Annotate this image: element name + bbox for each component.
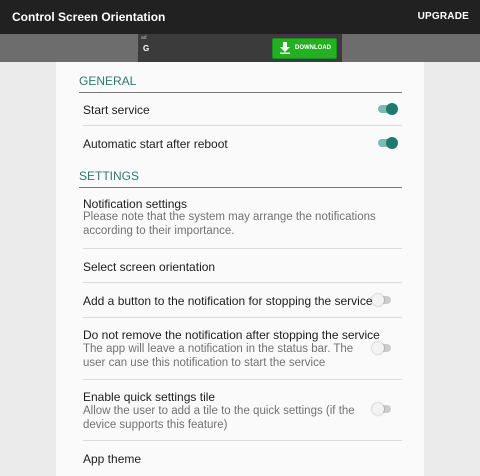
setting-summary: device supports this feature) bbox=[83, 419, 228, 431]
download-arrow-icon bbox=[280, 42, 290, 54]
ad-download-button[interactable]: DOWNLOAD bbox=[272, 38, 337, 59]
auto-start-switch[interactable] bbox=[378, 136, 398, 150]
switch-thumb bbox=[372, 403, 384, 415]
setting-start-service[interactable]: Start service bbox=[83, 92, 402, 126]
ad-content[interactable]: ad G DOWNLOAD bbox=[138, 34, 342, 62]
ad-logo-letter: G bbox=[143, 44, 150, 53]
setting-keep-notification[interactable]: Do not remove the notification after sto… bbox=[83, 318, 402, 380]
switch-thumb bbox=[386, 137, 398, 149]
setting-summary: user can use this notification to start … bbox=[83, 357, 326, 369]
setting-summary: Please note that the system may arrange … bbox=[83, 211, 376, 223]
setting-summary: The app will leave a notification in the… bbox=[83, 343, 354, 355]
setting-title: Do not remove the notification after sto… bbox=[83, 328, 380, 342]
setting-notification-settings[interactable]: Notification settings Please note that t… bbox=[83, 188, 402, 249]
setting-title: Start service bbox=[83, 103, 150, 117]
switch-thumb bbox=[372, 294, 384, 306]
setting-select-orientation[interactable]: Select screen orientation bbox=[83, 249, 402, 283]
keep-notification-switch[interactable] bbox=[372, 341, 392, 355]
setting-app-theme[interactable]: App theme bbox=[83, 441, 402, 475]
settings-panel: GENERAL Start service Automatic start af… bbox=[56, 62, 424, 476]
setting-title: Automatic start after reboot bbox=[83, 137, 228, 151]
setting-quick-tile[interactable]: Enable quick settings tile Allow the use… bbox=[83, 380, 402, 441]
ad-download-label: DOWNLOAD bbox=[295, 45, 331, 51]
switch-thumb bbox=[386, 103, 398, 115]
setting-title: App theme bbox=[83, 452, 142, 466]
ad-banner: ad G DOWNLOAD bbox=[0, 34, 480, 62]
start-service-switch[interactable] bbox=[378, 102, 398, 116]
ad-tag: ad bbox=[141, 35, 147, 41]
setting-auto-start[interactable]: Automatic start after reboot bbox=[83, 126, 402, 159]
setting-title: Notification settings bbox=[83, 197, 188, 211]
setting-summary: Allow the user to add a tile to the quic… bbox=[83, 405, 355, 417]
stop-button-switch[interactable] bbox=[372, 293, 392, 307]
setting-title: Add a button to the notification for sto… bbox=[83, 294, 373, 308]
quick-tile-switch[interactable] bbox=[372, 402, 392, 416]
upgrade-button[interactable]: UPGRADE bbox=[418, 11, 469, 22]
switch-thumb bbox=[372, 342, 384, 354]
section-header-general: GENERAL bbox=[79, 74, 402, 93]
setting-summary: according to their importance. bbox=[83, 225, 235, 237]
app-bar: Control Screen Orientation UPGRADE bbox=[0, 0, 480, 34]
setting-stop-button[interactable]: Add a button to the notification for sto… bbox=[83, 283, 402, 318]
section-header-settings: SETTINGS bbox=[79, 169, 402, 188]
setting-title: Select screen orientation bbox=[83, 260, 216, 274]
app-title: Control Screen Orientation bbox=[12, 10, 166, 24]
setting-title: Enable quick settings tile bbox=[83, 390, 216, 404]
